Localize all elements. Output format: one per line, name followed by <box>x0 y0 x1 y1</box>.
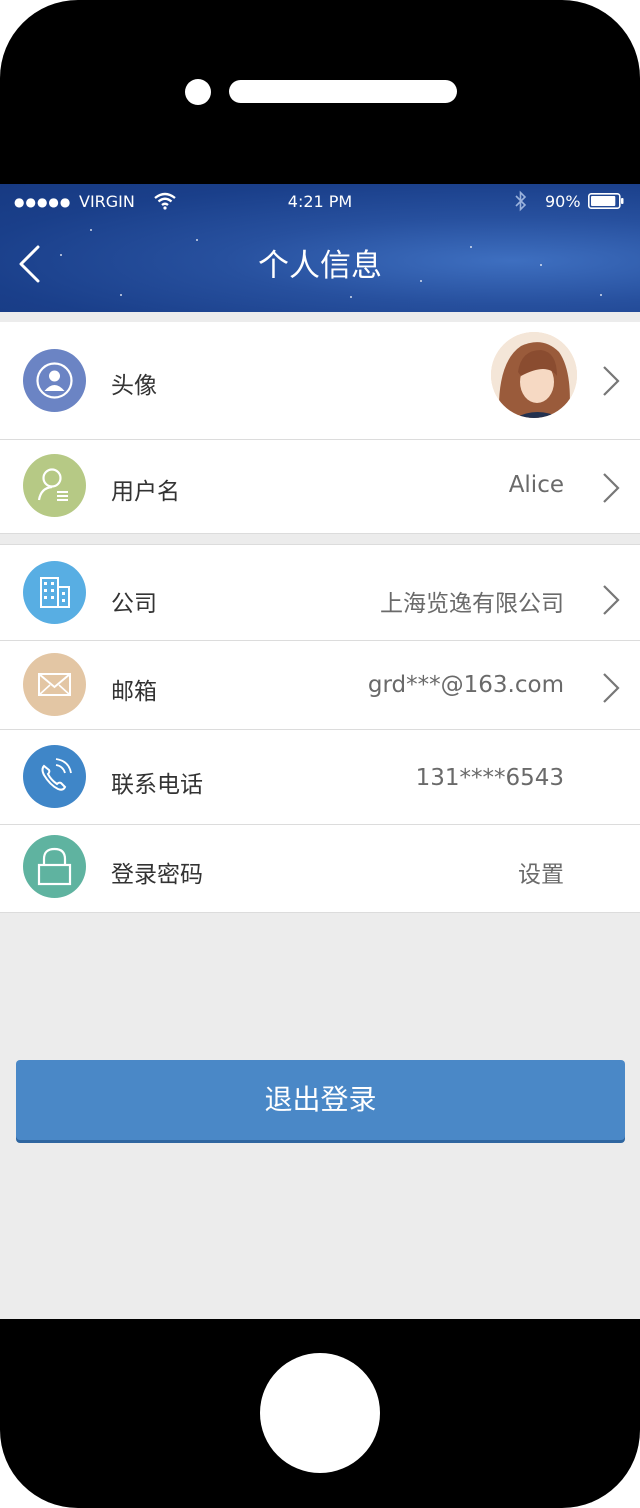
chevron-right-icon[interactable] <box>600 471 622 505</box>
company-value: 上海览逸有限公司 <box>380 591 564 617</box>
avatar[interactable] <box>491 332 577 418</box>
chevron-right-icon[interactable] <box>600 364 622 398</box>
screen: ●●●●● VIRGIN 4:21 PM 90% 个人信息 头像 用户名 Ali… <box>0 184 640 1319</box>
row-phone: 联系电话 131****6543 <box>0 730 640 824</box>
username-label: 用户名 <box>111 479 180 505</box>
envelope-icon <box>23 653 86 716</box>
email-label: 邮箱 <box>111 679 157 705</box>
phone-icon <box>23 745 86 808</box>
divider <box>0 912 640 913</box>
navigation-header: ●●●●● VIRGIN 4:21 PM 90% 个人信息 <box>0 184 640 312</box>
lock-icon <box>23 835 86 898</box>
home-button[interactable] <box>260 1353 380 1473</box>
phone-label: 联系电话 <box>111 772 203 798</box>
speaker-grille <box>229 80 457 103</box>
status-bar: ●●●●● VIRGIN 4:21 PM 90% <box>0 184 640 220</box>
divider <box>0 533 640 534</box>
bluetooth-icon <box>515 190 527 212</box>
page-title: 个人信息 <box>258 248 382 284</box>
phone-value: 131****6543 <box>415 765 564 791</box>
logout-label: 退出登录 <box>264 1083 377 1116</box>
password-label: 登录密码 <box>111 862 203 888</box>
row-password[interactable]: 登录密码 设置 <box>0 825 640 912</box>
avatar-label: 头像 <box>111 373 157 399</box>
password-set-link[interactable]: 设置 <box>518 855 564 889</box>
chevron-right-icon[interactable] <box>600 671 622 705</box>
user-circle-icon <box>23 349 86 412</box>
phone-frame: ●●●●● VIRGIN 4:21 PM 90% 个人信息 头像 用户名 Ali… <box>0 0 640 1508</box>
battery-icon <box>588 193 624 209</box>
chevron-right-icon[interactable] <box>600 583 622 617</box>
row-email[interactable]: 邮箱 grd***@163.com <box>0 641 640 729</box>
logout-button[interactable]: 退出登录 <box>16 1060 625 1140</box>
battery-percentage: 90% <box>545 192 581 211</box>
building-icon <box>23 561 86 624</box>
user-list-icon <box>23 454 86 517</box>
company-label: 公司 <box>111 591 157 617</box>
row-company[interactable]: 公司 上海览逸有限公司 <box>0 545 640 640</box>
row-username[interactable]: 用户名 Alice <box>0 440 640 533</box>
clock: 4:21 PM <box>287 192 353 211</box>
front-camera <box>185 79 211 105</box>
username-value: Alice <box>508 472 564 498</box>
email-value: grd***@163.com <box>367 672 564 698</box>
